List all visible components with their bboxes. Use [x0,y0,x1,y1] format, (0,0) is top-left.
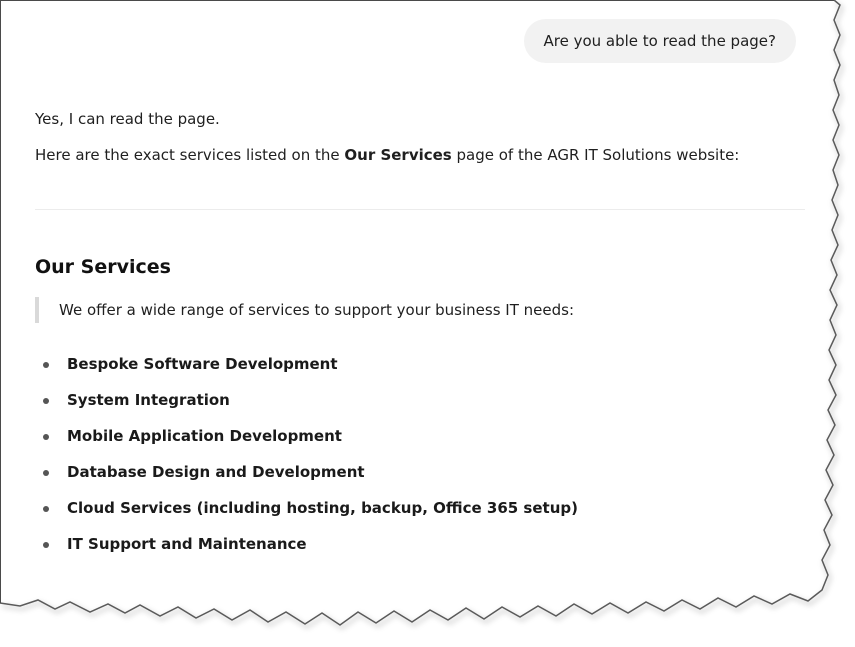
torn-edge-decoration [0,0,855,647]
screenshot-frame: Are you able to read the page? Yes, I ca… [0,0,855,647]
